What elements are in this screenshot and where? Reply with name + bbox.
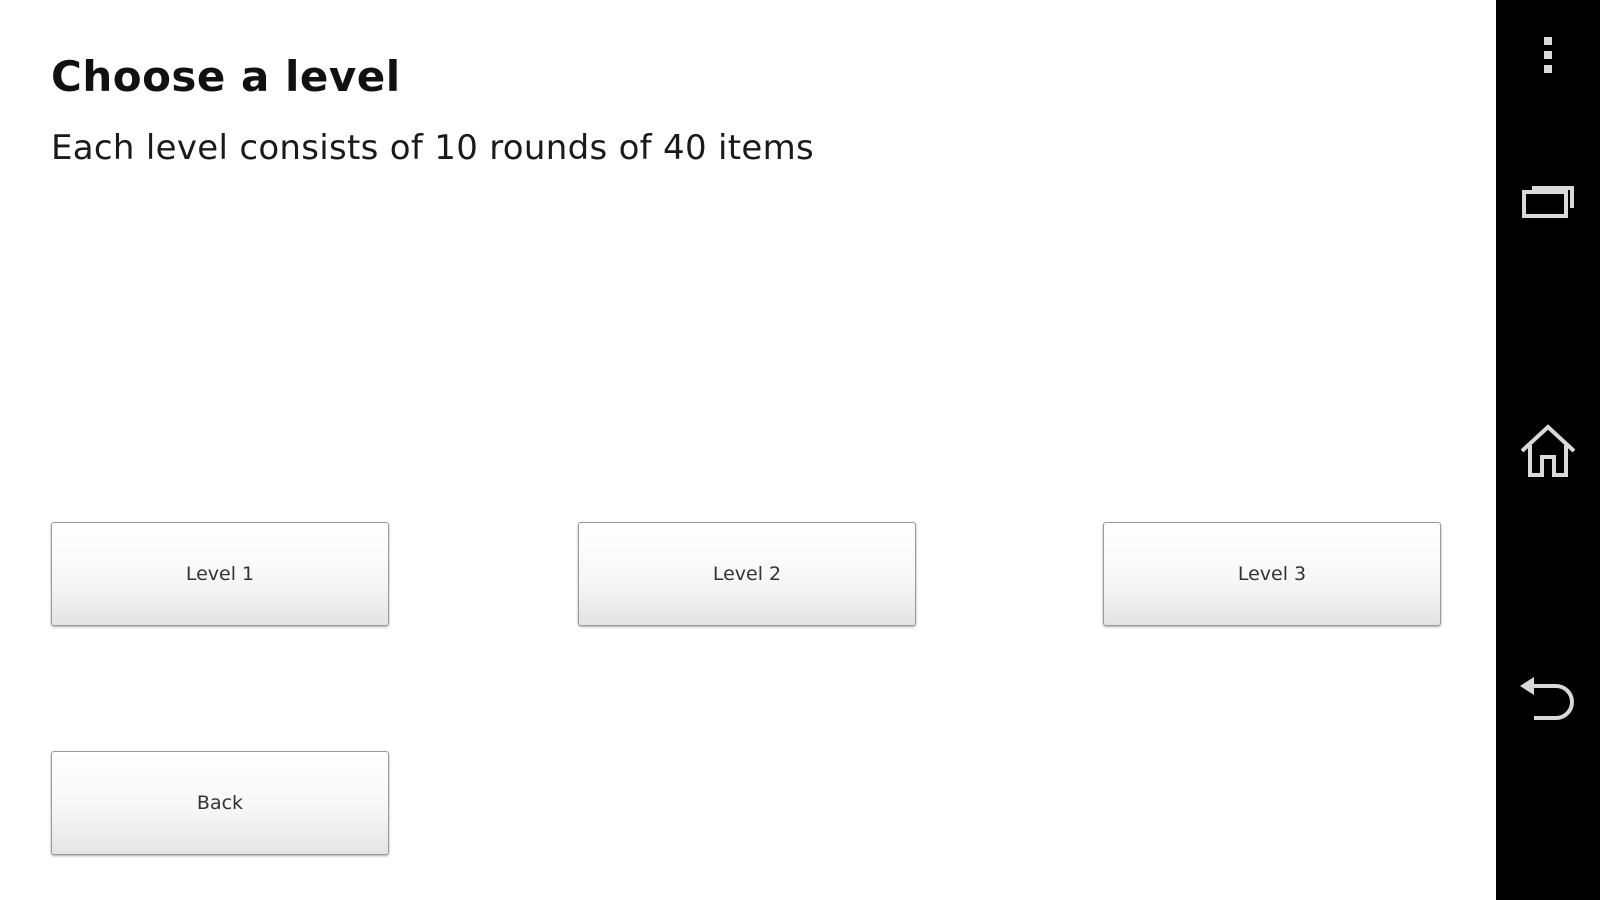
overflow-menu-icon: [1544, 37, 1552, 73]
back-icon: [1520, 677, 1574, 720]
level-2-button[interactable]: Level 2: [578, 522, 916, 626]
system-navigation-bar: [1496, 0, 1600, 900]
level-1-button[interactable]: Level 1: [51, 522, 389, 626]
overflow-menu-button[interactable]: [1496, 8, 1600, 98]
back-button[interactable]: Back: [51, 751, 389, 855]
page-title: Choose a level: [51, 52, 401, 101]
app-screen: Choose a level Each level consists of 10…: [0, 0, 1600, 900]
home-button[interactable]: [1496, 406, 1600, 496]
home-icon: [1520, 424, 1576, 477]
content-area: Choose a level Each level consists of 10…: [0, 0, 1496, 900]
system-back-button[interactable]: [1496, 655, 1600, 745]
level-3-button[interactable]: Level 3: [1103, 522, 1441, 626]
recent-apps-icon: [1522, 186, 1574, 218]
recent-apps-button[interactable]: [1496, 155, 1600, 245]
level-3-label: Level 3: [1237, 563, 1307, 585]
level-2-label: Level 2: [712, 563, 782, 585]
back-label: Back: [196, 792, 244, 814]
level-1-label: Level 1: [185, 563, 255, 585]
page-subtitle: Each level consists of 10 rounds of 40 i…: [51, 128, 815, 168]
